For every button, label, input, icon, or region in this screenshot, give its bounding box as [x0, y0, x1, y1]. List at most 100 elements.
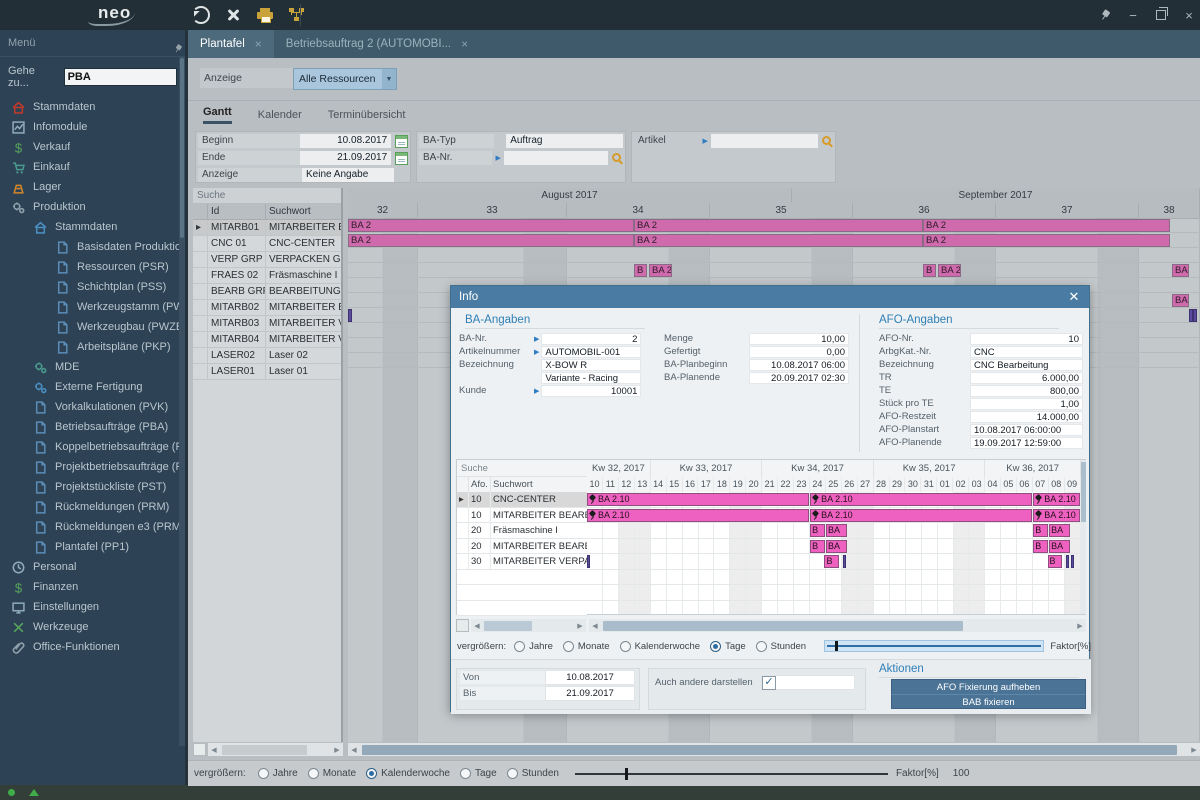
gantt-bar[interactable]: BA 2 [1172, 264, 1189, 277]
faktor-slider[interactable] [575, 768, 888, 780]
scroll-left-icon[interactable]: ◀ [471, 622, 483, 630]
row-selector[interactable] [193, 268, 208, 283]
sidebar-item-mde[interactable]: MDE [0, 357, 185, 377]
afo-day-header[interactable]: 31 [921, 477, 937, 492]
row-selector[interactable] [457, 508, 469, 523]
afo-gantt-bar[interactable]: BA 2.10 [587, 493, 809, 506]
table-h-scrollbar-thumb[interactable] [222, 745, 307, 755]
tools-icon[interactable] [224, 6, 242, 24]
field-value[interactable]: AUTOMOBIL-001 [541, 346, 641, 358]
afo-gantt-bar[interactable]: B [1033, 524, 1048, 537]
field-value[interactable]: 10,00 [749, 333, 849, 345]
column-header-afo[interactable]: Afo. [469, 477, 491, 492]
field-value[interactable]: 6.000,00 [970, 372, 1083, 384]
scroll-right-icon[interactable]: ▶ [574, 622, 586, 630]
tab-close-icon[interactable]: × [255, 37, 262, 51]
afo-faktor-slider[interactable] [824, 640, 1044, 652]
gantt-bar[interactable]: BA 2 [1172, 294, 1189, 307]
gantt-bar[interactable]: BA 2 [348, 219, 634, 232]
afo-gantt-bar[interactable]: BA [1049, 540, 1070, 553]
gantt-bar[interactable]: BA 2 [634, 219, 923, 232]
sidebar-item-office-funktionen[interactable]: Office-Funktionen [0, 637, 185, 657]
week-header[interactable]: 34 [567, 203, 710, 218]
afo-table-row[interactable]: ▸10CNC-CENTER [457, 492, 587, 508]
reference-arrow-icon[interactable]: ▶ [703, 137, 708, 145]
gantt-bar[interactable] [1193, 309, 1197, 322]
week-header[interactable]: 32 [348, 203, 418, 218]
row-selector[interactable] [457, 539, 469, 554]
radio-stunden[interactable] [507, 768, 518, 779]
radio-monate[interactable] [563, 641, 574, 652]
afo-day-header[interactable]: 24 [810, 477, 826, 492]
afo-gantt-bar[interactable] [1071, 555, 1074, 568]
radio-kalenderwoche[interactable] [366, 768, 377, 779]
scroll-corner-box[interactable] [456, 619, 469, 632]
afo-day-header[interactable]: 30 [905, 477, 921, 492]
chart-h-scrollbar-thumb[interactable] [362, 745, 1177, 755]
sidebar-item-betriebsauftr-ge-pba-[interactable]: Betriebsaufträge (PBA) [0, 417, 185, 437]
sidebar-item-infomodule[interactable]: Infomodule [0, 117, 185, 137]
field-value[interactable]: CNC Bearbeitung [970, 359, 1083, 371]
radio-jahre[interactable] [258, 768, 269, 779]
afo-chart-h-scrollbar[interactable]: ◀ ▶ [589, 619, 1086, 632]
sidebar-item-schichtplan-pss-[interactable]: Schichtplan (PSS) [0, 277, 185, 297]
sidebar-item-arbeitspl-ne-pkp-[interactable]: Arbeitspläne (PKP) [0, 337, 185, 357]
gantt-bar[interactable]: BA 2 [348, 234, 634, 247]
afo-day-header[interactable]: 28 [874, 477, 890, 492]
afo-day-header[interactable]: 03 [969, 477, 985, 492]
afo-day-header[interactable]: 21 [762, 477, 778, 492]
gantt-bar[interactable]: B [634, 264, 647, 277]
sidebar-item-einkauf[interactable]: Einkauf [0, 157, 185, 177]
field-value[interactable]: 14.000,00 [970, 411, 1083, 423]
field-value[interactable]: Variante - Racing [541, 372, 641, 384]
scroll-right-icon[interactable]: ▶ [1074, 622, 1086, 630]
gantt-bar[interactable]: BA 2 [649, 264, 672, 277]
afo-day-header[interactable]: 18 [714, 477, 730, 492]
chart-h-scrollbar[interactable]: ◀ ▶ [348, 743, 1200, 756]
gantt-bar[interactable] [348, 309, 352, 322]
afo-day-header[interactable]: 25 [826, 477, 842, 492]
field-value[interactable]: 10.08.2017 06:00:00 [970, 424, 1083, 436]
close-icon[interactable]: × [1182, 8, 1196, 22]
afo-gantt-bar[interactable]: BA 2.10 [810, 493, 1032, 506]
row-selector[interactable] [193, 284, 208, 299]
tab-close-icon[interactable]: × [461, 37, 468, 51]
sidebar-item-werkzeuge[interactable]: Werkzeuge [0, 617, 185, 637]
beginn-field[interactable]: 10.08.2017 [300, 134, 391, 148]
afo-day-header[interactable]: 07 [1033, 477, 1049, 492]
bab-fixieren-button[interactable]: BAB fixieren [891, 694, 1086, 709]
afo-day-header[interactable]: 19 [730, 477, 746, 492]
afo-chart-h-scrollbar-thumb[interactable] [603, 621, 963, 631]
tab-gantt[interactable]: Gantt [203, 106, 232, 124]
scroll-right-icon[interactable]: ▶ [1188, 746, 1200, 754]
column-header-id[interactable]: Id [208, 204, 266, 219]
column-header-suchwort[interactable]: Suchwort [491, 477, 587, 492]
sidebar-item-externe-fertigung[interactable]: Externe Fertigung [0, 377, 185, 397]
workflow-icon[interactable] [288, 6, 306, 24]
afo-day-header[interactable]: 04 [985, 477, 1001, 492]
afo-gantt-bar[interactable] [587, 555, 590, 568]
afo-gantt-bar[interactable]: BA 2.10 [1033, 493, 1080, 506]
afo-gantt-bar[interactable]: BA 2.10 [1033, 509, 1080, 522]
row-selector[interactable] [193, 316, 208, 331]
week-header[interactable]: 37 [996, 203, 1139, 218]
afo-day-header[interactable]: 12 [619, 477, 635, 492]
table-row[interactable]: MITARB03MITARBEITER VERPACKEN [193, 316, 341, 332]
afo-gantt-bar[interactable]: B [824, 555, 839, 568]
afo-day-header[interactable]: 23 [794, 477, 810, 492]
afo-gantt-bar[interactable]: B [810, 524, 825, 537]
afo-gantt-v-scrollbar[interactable] [1081, 460, 1086, 614]
sidebar-item-produktion[interactable]: Produktion [0, 197, 185, 217]
table-row[interactable]: MITARB02MITARBEITER BEARBEITUNG [193, 300, 341, 316]
afo-day-header[interactable]: 20 [746, 477, 762, 492]
afo-gantt-bar[interactable]: BA [826, 524, 847, 537]
row-selector[interactable] [457, 554, 469, 569]
bis-field[interactable]: 21.09.2017 [545, 686, 635, 701]
sidebar-item-finanzen[interactable]: $Finanzen [0, 577, 185, 597]
gantt-bar[interactable]: B [923, 264, 936, 277]
ressourcen-dropdown[interactable]: Alle Ressourcen ▼ [293, 68, 397, 90]
reference-arrow-icon[interactable]: ▶ [534, 348, 539, 356]
radio-kalenderwoche[interactable] [620, 641, 631, 652]
afo-day-header[interactable]: 08 [1049, 477, 1065, 492]
scroll-left-icon[interactable]: ◀ [208, 746, 220, 754]
